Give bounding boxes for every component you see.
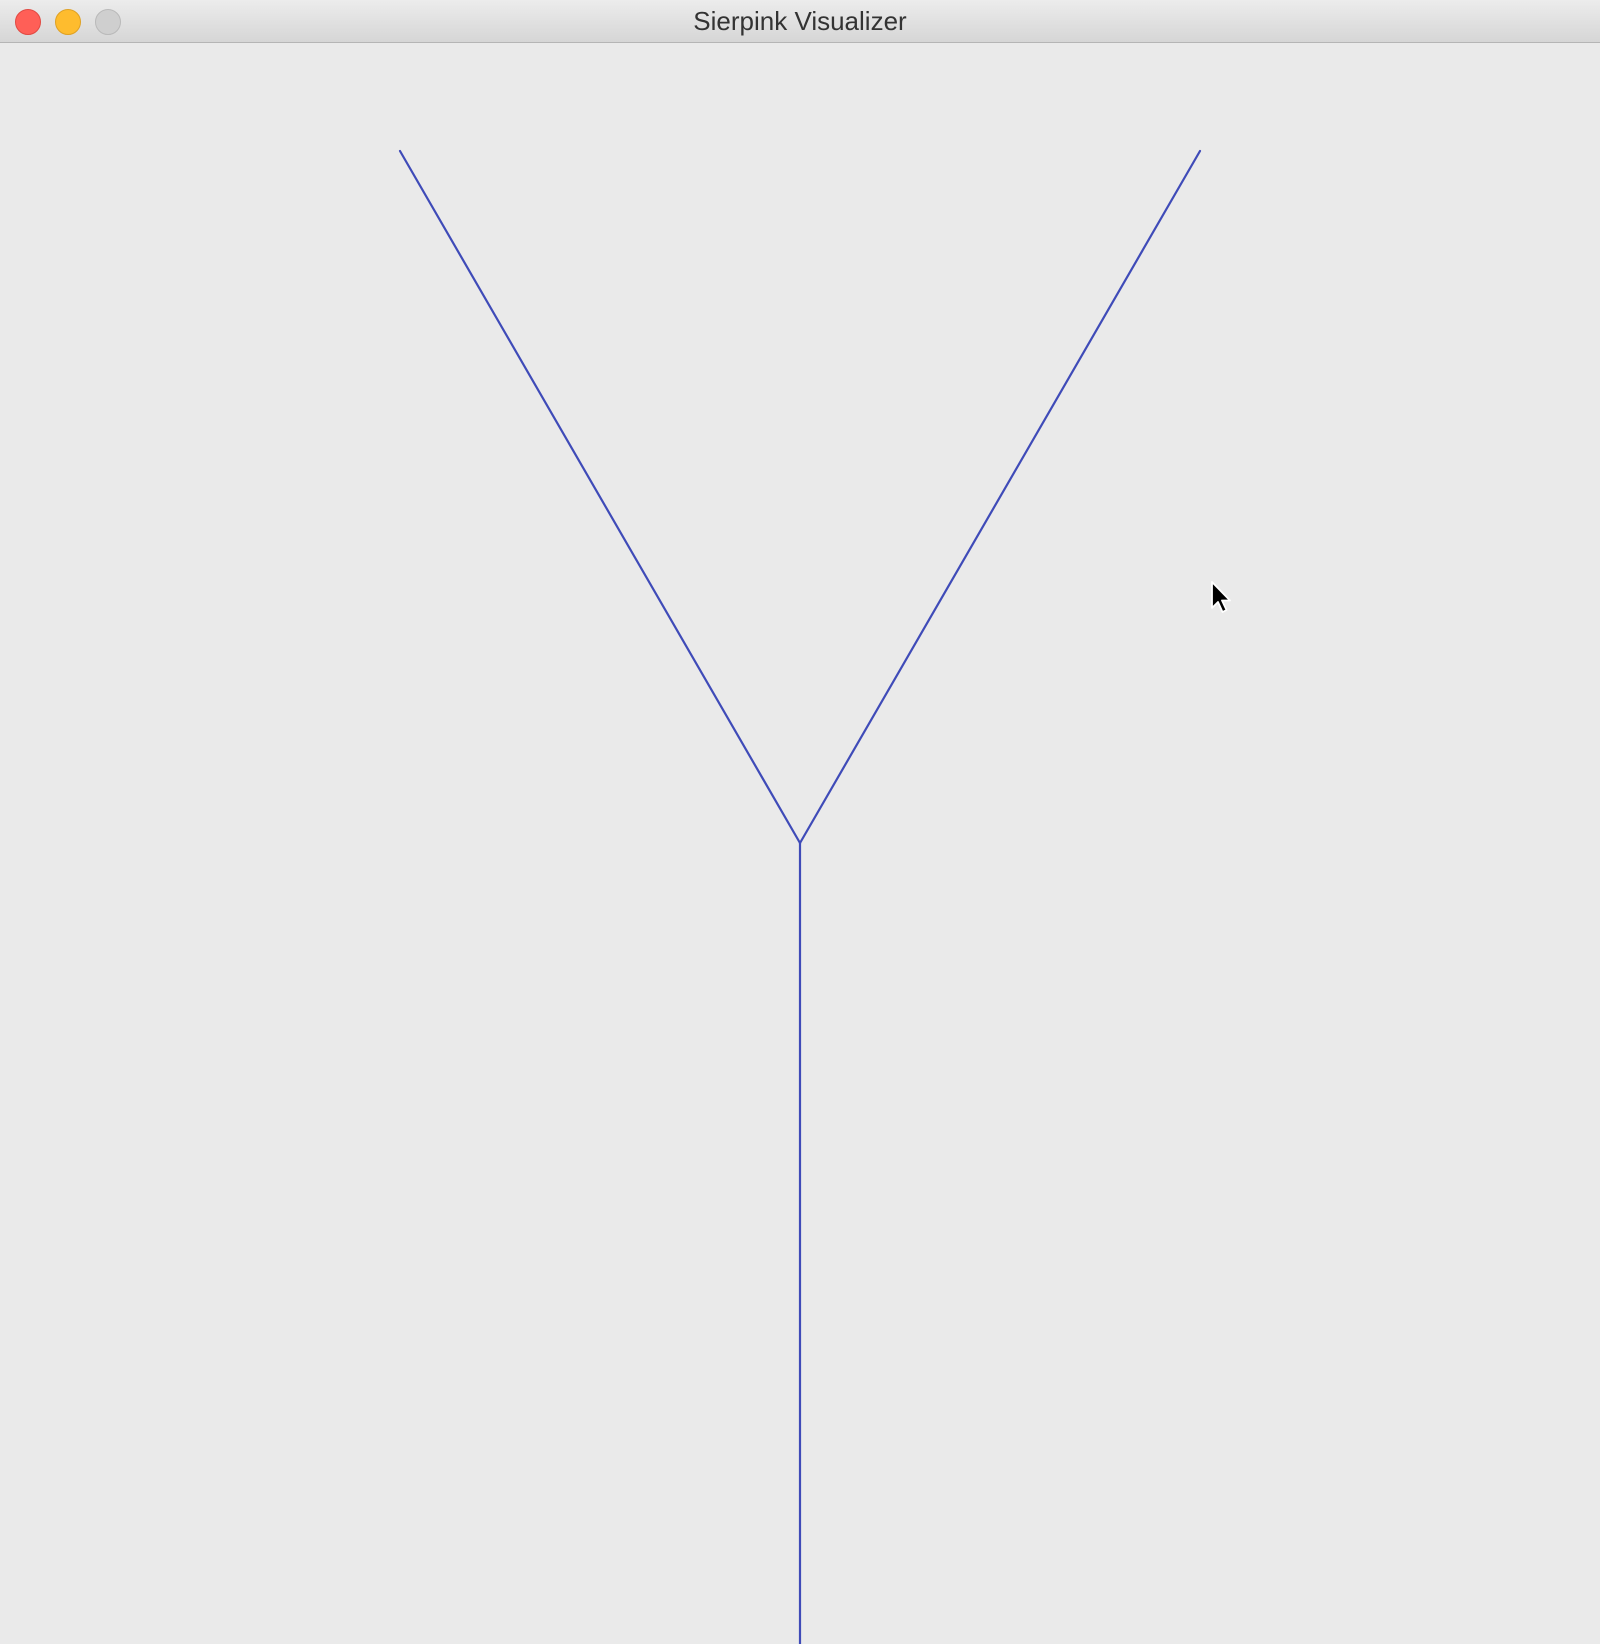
title-bar[interactable]: Sierpink Visualizer bbox=[0, 0, 1600, 43]
window-title: Sierpink Visualizer bbox=[693, 6, 907, 36]
mouse-pointer-icon bbox=[1211, 581, 1231, 613]
left-branch bbox=[398, 149, 802, 845]
app-window: Sierpink Visualizer bbox=[0, 0, 1600, 1644]
right-branch bbox=[798, 149, 1202, 845]
drawing-canvas[interactable] bbox=[0, 44, 1600, 1644]
